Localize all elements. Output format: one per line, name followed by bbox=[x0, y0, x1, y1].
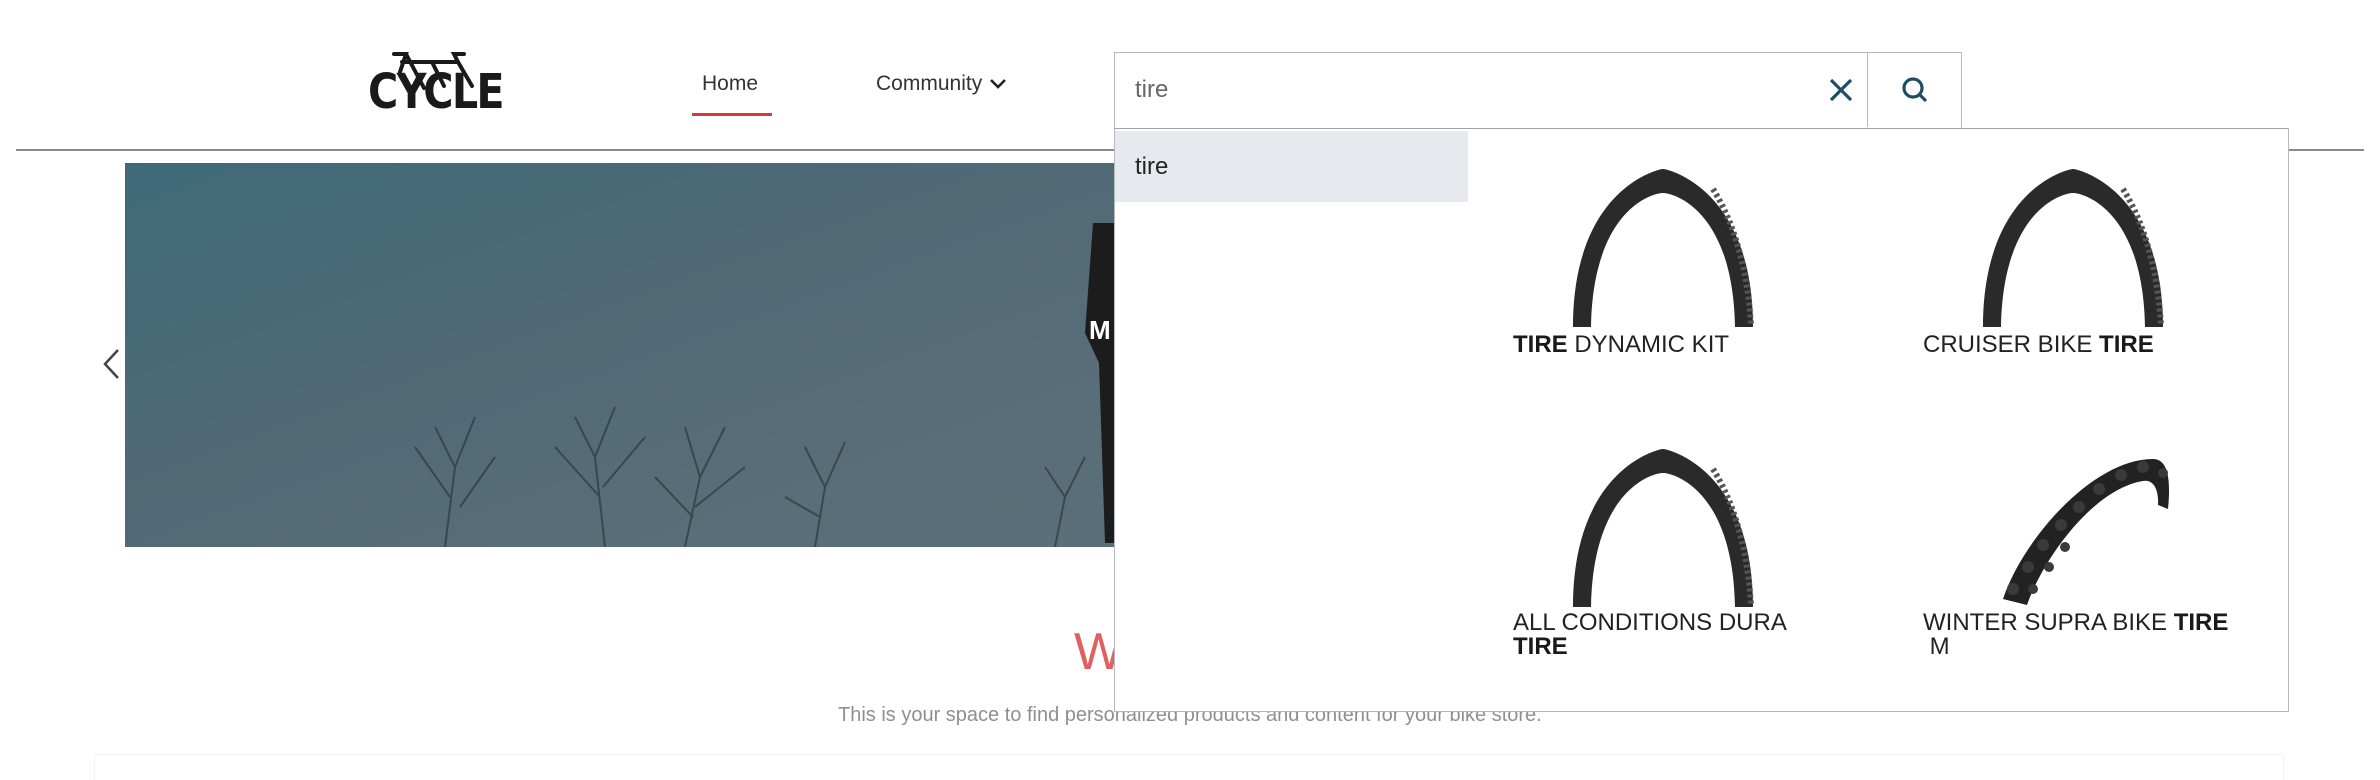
hero-carousel-slide[interactable]: M bbox=[125, 163, 1115, 547]
nav-home[interactable]: Home bbox=[702, 72, 758, 96]
content-card bbox=[94, 754, 2284, 780]
search-submit-button[interactable] bbox=[1867, 53, 1961, 127]
search-icon bbox=[1901, 77, 1927, 103]
hero-rider-figure bbox=[1085, 223, 1115, 543]
close-icon bbox=[1829, 78, 1853, 102]
search-input[interactable] bbox=[1115, 53, 1815, 127]
hero-caption: M bbox=[1089, 315, 1111, 345]
nav-community[interactable]: Community bbox=[876, 72, 1008, 96]
name-text: DYNAMIC KIT bbox=[1567, 331, 1730, 358]
suggestion-label: tire bbox=[1135, 152, 1169, 180]
product-result[interactable]: TIRE DYNAMIC KIT bbox=[1513, 169, 1853, 369]
logo[interactable]: CYCLE bbox=[368, 50, 524, 116]
product-name: WINTER SUPRA BIKE TIRE M bbox=[1923, 611, 2253, 659]
product-name: CRUISER BIKE TIRE bbox=[1923, 333, 2154, 357]
product-result[interactable]: ALL CONDITIONS DURA TIRE bbox=[1513, 449, 1853, 669]
product-result[interactable]: CRUISER BIKE TIRE bbox=[1923, 169, 2263, 369]
logo-text: CYCLE bbox=[368, 64, 505, 120]
name-text: CRUISER BIKE bbox=[1923, 331, 2100, 358]
match-highlight: TIRE bbox=[2099, 331, 2154, 358]
road-tire-image bbox=[1983, 169, 2164, 327]
match-highlight: TIRE bbox=[2173, 609, 2229, 636]
hero-tree-silhouettes bbox=[414, 406, 1086, 547]
studded-tire-image bbox=[2003, 459, 2170, 605]
nav-home-label: Home bbox=[702, 72, 759, 95]
road-tire-image bbox=[1573, 169, 1754, 327]
road-tire-image bbox=[1573, 449, 1754, 607]
clear-search-button[interactable] bbox=[1815, 53, 1867, 127]
name-text: M bbox=[1923, 633, 1950, 660]
name-text: WINTER SUPRA BIKE bbox=[1923, 609, 2174, 636]
nav-community-label: Community bbox=[876, 72, 983, 95]
product-name: ALL CONDITIONS DURA TIRE bbox=[1513, 611, 1843, 659]
nav-active-indicator bbox=[692, 113, 772, 116]
name-text: ALL CONDITIONS DURA bbox=[1513, 609, 1794, 636]
match-highlight: TIRE bbox=[1513, 633, 1568, 660]
product-name: TIRE DYNAMIC KIT bbox=[1513, 333, 1729, 357]
search-bar bbox=[1114, 52, 1962, 129]
product-result[interactable]: WINTER SUPRA BIKE TIRE M bbox=[1923, 449, 2263, 669]
suggestion-item[interactable]: tire bbox=[1115, 131, 1468, 202]
match-highlight: TIRE bbox=[1513, 331, 1568, 358]
search-autocomplete-panel: tire TIRE DYNAMIC KIT CRUISER BIKE TIRE … bbox=[1114, 128, 2289, 712]
chevron-left-icon[interactable] bbox=[100, 346, 122, 382]
chevron-down-icon bbox=[990, 79, 1007, 89]
